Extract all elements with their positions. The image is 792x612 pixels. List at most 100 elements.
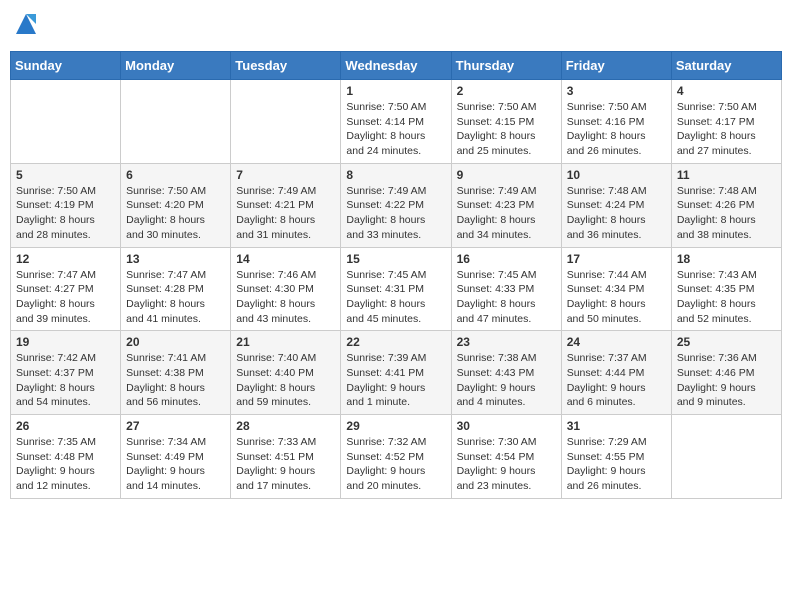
day-number: 21 xyxy=(236,335,335,349)
calendar-day-cell xyxy=(231,80,341,164)
day-info: Sunrise: 7:50 AMSunset: 4:14 PMDaylight:… xyxy=(346,100,445,159)
calendar-day-cell: 22 Sunrise: 7:39 AMSunset: 4:41 PMDayligh… xyxy=(341,331,451,415)
col-monday: Monday xyxy=(121,52,231,80)
day-number: 22 xyxy=(346,335,445,349)
calendar-day-cell: 5Sunrise: 7:50 AMSunset: 4:19 PMDaylight… xyxy=(11,163,121,247)
col-saturday: Saturday xyxy=(671,52,781,80)
calendar-week-row: 1 Sunrise: 7:50 AMSunset: 4:14 PMDaylight… xyxy=(11,80,782,164)
day-number: 19 xyxy=(16,335,115,349)
calendar-day-cell: 1 Sunrise: 7:50 AMSunset: 4:14 PMDaylight… xyxy=(341,80,451,164)
calendar-day-cell: 20 Sunrise: 7:41 AMSunset: 4:38 PMDayligh… xyxy=(121,331,231,415)
day-info: Sunrise: 7:45 AMSunset: 4:33 PMDaylight:… xyxy=(457,268,556,327)
day-number: 16 xyxy=(457,252,556,266)
day-info: Sunrise: 7:39 AMSunset: 4:41 PMDaylight:… xyxy=(346,351,445,410)
day-info: Sunrise: 7:49 AMSunset: 4:21 PMDaylight:… xyxy=(236,184,335,243)
page-header xyxy=(10,10,782,43)
calendar-table: Sunday Monday Tuesday Wednesday Thursday… xyxy=(10,51,782,499)
day-info: Sunrise: 7:45 AMSunset: 4:31 PMDaylight:… xyxy=(346,268,445,327)
day-number: 27 xyxy=(126,419,225,433)
day-number: 9 xyxy=(457,168,556,182)
day-number: 26 xyxy=(16,419,115,433)
day-number: 12 xyxy=(16,252,115,266)
calendar-day-cell: 19 Sunrise: 7:42 AMSunset: 4:37 PMDayligh… xyxy=(11,331,121,415)
day-info: Sunrise: 7:32 AMSunset: 4:52 PMDaylight:… xyxy=(346,435,445,494)
day-info: Sunrise: 7:46 AMSunset: 4:30 PMDaylight:… xyxy=(236,268,335,327)
calendar-day-cell: 27 Sunrise: 7:34 AMSunset: 4:49 PMDayligh… xyxy=(121,415,231,499)
day-number: 23 xyxy=(457,335,556,349)
day-info: Sunrise: 7:40 AMSunset: 4:40 PMDaylight:… xyxy=(236,351,335,410)
day-info: Sunrise: 7:50 AMSunset: 4:15 PMDaylight:… xyxy=(457,100,556,159)
calendar-day-cell: 10Sunrise: 7:48 AMSunset: 4:24 PMDayligh… xyxy=(561,163,671,247)
col-sunday: Sunday xyxy=(11,52,121,80)
calendar-day-cell: 24 Sunrise: 7:37 AMSunset: 4:44 PMDayligh… xyxy=(561,331,671,415)
day-info: Sunrise: 7:36 AMSunset: 4:46 PMDaylight:… xyxy=(677,351,776,410)
day-number: 6 xyxy=(126,168,225,182)
day-info: Sunrise: 7:42 AMSunset: 4:37 PMDaylight:… xyxy=(16,351,115,410)
calendar-day-cell: 14Sunrise: 7:46 AMSunset: 4:30 PMDayligh… xyxy=(231,247,341,331)
calendar-day-cell: 9 Sunrise: 7:49 AMSunset: 4:23 PMDaylight… xyxy=(451,163,561,247)
calendar-day-cell: 15Sunrise: 7:45 AMSunset: 4:31 PMDayligh… xyxy=(341,247,451,331)
day-number: 3 xyxy=(567,84,666,98)
day-info: Sunrise: 7:49 AMSunset: 4:22 PMDaylight:… xyxy=(346,184,445,243)
day-info: Sunrise: 7:50 AMSunset: 4:19 PMDaylight:… xyxy=(16,184,115,243)
calendar-day-cell: 26 Sunrise: 7:35 AMSunset: 4:48 PMDayligh… xyxy=(11,415,121,499)
day-number: 7 xyxy=(236,168,335,182)
col-friday: Friday xyxy=(561,52,671,80)
calendar-week-row: 5Sunrise: 7:50 AMSunset: 4:19 PMDaylight… xyxy=(11,163,782,247)
day-number: 11 xyxy=(677,168,776,182)
day-number: 30 xyxy=(457,419,556,433)
day-info: Sunrise: 7:35 AMSunset: 4:48 PMDaylight:… xyxy=(16,435,115,494)
day-number: 1 xyxy=(346,84,445,98)
day-info: Sunrise: 7:49 AMSunset: 4:23 PMDaylight:… xyxy=(457,184,556,243)
day-number: 13 xyxy=(126,252,225,266)
calendar-week-row: 12 Sunrise: 7:47 AMSunset: 4:27 PMDayligh… xyxy=(11,247,782,331)
col-thursday: Thursday xyxy=(451,52,561,80)
calendar-day-cell: 31Sunrise: 7:29 AMSunset: 4:55 PMDayligh… xyxy=(561,415,671,499)
calendar-day-cell: 8 Sunrise: 7:49 AMSunset: 4:22 PMDaylight… xyxy=(341,163,451,247)
calendar-day-cell: 16 Sunrise: 7:45 AMSunset: 4:33 PMDayligh… xyxy=(451,247,561,331)
calendar-day-cell: 18Sunrise: 7:43 AMSunset: 4:35 PMDayligh… xyxy=(671,247,781,331)
day-info: Sunrise: 7:50 AMSunset: 4:17 PMDaylight:… xyxy=(677,100,776,159)
calendar-day-cell: 30 Sunrise: 7:30 AMSunset: 4:54 PMDayligh… xyxy=(451,415,561,499)
day-number: 28 xyxy=(236,419,335,433)
day-info: Sunrise: 7:47 AMSunset: 4:27 PMDaylight:… xyxy=(16,268,115,327)
day-info: Sunrise: 7:29 AMSunset: 4:55 PMDaylight:… xyxy=(567,435,666,494)
calendar-day-cell: 25Sunrise: 7:36 AMSunset: 4:46 PMDayligh… xyxy=(671,331,781,415)
calendar-day-cell: 23 Sunrise: 7:38 AMSunset: 4:43 PMDayligh… xyxy=(451,331,561,415)
col-tuesday: Tuesday xyxy=(231,52,341,80)
calendar-day-cell: 12 Sunrise: 7:47 AMSunset: 4:27 PMDayligh… xyxy=(11,247,121,331)
calendar-day-cell: 6 Sunrise: 7:50 AMSunset: 4:20 PMDaylight… xyxy=(121,163,231,247)
day-info: Sunrise: 7:33 AMSunset: 4:51 PMDaylight:… xyxy=(236,435,335,494)
logo-icon xyxy=(12,10,40,38)
calendar-week-row: 19 Sunrise: 7:42 AMSunset: 4:37 PMDayligh… xyxy=(11,331,782,415)
calendar-day-cell xyxy=(671,415,781,499)
calendar-day-cell: 11 Sunrise: 7:48 AMSunset: 4:26 PMDayligh… xyxy=(671,163,781,247)
day-number: 8 xyxy=(346,168,445,182)
day-info: Sunrise: 7:44 AMSunset: 4:34 PMDaylight:… xyxy=(567,268,666,327)
day-info: Sunrise: 7:38 AMSunset: 4:43 PMDaylight:… xyxy=(457,351,556,410)
calendar-day-cell: 29 Sunrise: 7:32 AMSunset: 4:52 PMDayligh… xyxy=(341,415,451,499)
calendar-day-cell: 3 Sunrise: 7:50 AMSunset: 4:16 PMDaylight… xyxy=(561,80,671,164)
day-info: Sunrise: 7:50 AMSunset: 4:20 PMDaylight:… xyxy=(126,184,225,243)
day-number: 2 xyxy=(457,84,556,98)
calendar-day-cell: 7 Sunrise: 7:49 AMSunset: 4:21 PMDaylight… xyxy=(231,163,341,247)
calendar-day-cell: 2 Sunrise: 7:50 AMSunset: 4:15 PMDaylight… xyxy=(451,80,561,164)
day-info: Sunrise: 7:30 AMSunset: 4:54 PMDaylight:… xyxy=(457,435,556,494)
calendar-day-cell xyxy=(121,80,231,164)
calendar-day-cell xyxy=(11,80,121,164)
day-info: Sunrise: 7:48 AMSunset: 4:26 PMDaylight:… xyxy=(677,184,776,243)
day-info: Sunrise: 7:37 AMSunset: 4:44 PMDaylight:… xyxy=(567,351,666,410)
day-number: 20 xyxy=(126,335,225,349)
logo xyxy=(10,10,40,43)
day-number: 4 xyxy=(677,84,776,98)
day-info: Sunrise: 7:48 AMSunset: 4:24 PMDaylight:… xyxy=(567,184,666,243)
day-number: 29 xyxy=(346,419,445,433)
day-info: Sunrise: 7:43 AMSunset: 4:35 PMDaylight:… xyxy=(677,268,776,327)
calendar-week-row: 26 Sunrise: 7:35 AMSunset: 4:48 PMDayligh… xyxy=(11,415,782,499)
day-info: Sunrise: 7:50 AMSunset: 4:16 PMDaylight:… xyxy=(567,100,666,159)
day-info: Sunrise: 7:34 AMSunset: 4:49 PMDaylight:… xyxy=(126,435,225,494)
calendar-header-row: Sunday Monday Tuesday Wednesday Thursday… xyxy=(11,52,782,80)
day-number: 24 xyxy=(567,335,666,349)
calendar-day-cell: 4 Sunrise: 7:50 AMSunset: 4:17 PMDaylight… xyxy=(671,80,781,164)
day-info: Sunrise: 7:41 AMSunset: 4:38 PMDaylight:… xyxy=(126,351,225,410)
